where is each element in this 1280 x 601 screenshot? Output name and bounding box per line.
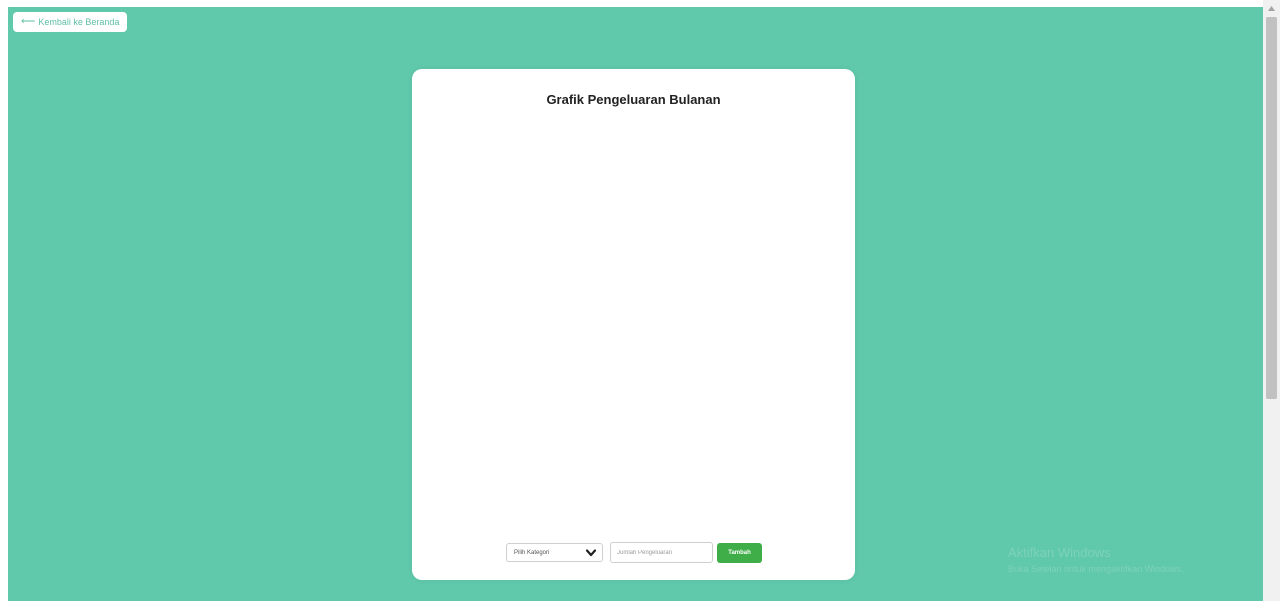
amount-input[interactable] bbox=[610, 542, 713, 563]
watermark-title: Aktifkan Windows bbox=[1008, 545, 1111, 560]
triangle-up-icon bbox=[1268, 6, 1275, 11]
category-select-value: Pilih Kategori bbox=[514, 549, 550, 556]
page-title: Grafik Pengeluaran Bulanan bbox=[546, 92, 721, 107]
chevron-down-icon bbox=[586, 549, 596, 557]
page-viewport: ⟵ Kembali ke Beranda Grafik Pengeluaran … bbox=[8, 7, 1263, 601]
expense-card: Grafik Pengeluaran Bulanan Pilih Kategor… bbox=[412, 69, 855, 580]
windows-activation-watermark: Aktifkan Windows Buka Setelan untuk meng… bbox=[1008, 545, 1184, 574]
expense-form: Pilih Kategori Tambah bbox=[412, 542, 855, 564]
watermark-subtitle: Buka Setelan untuk mengaktifkan Windows. bbox=[1008, 564, 1184, 574]
vertical-scrollbar[interactable] bbox=[1263, 0, 1280, 601]
add-button[interactable]: Tambah bbox=[717, 543, 762, 563]
category-select[interactable]: Pilih Kategori bbox=[506, 543, 603, 562]
arrow-left-icon: ⟵ bbox=[21, 16, 36, 27]
back-to-home-button[interactable]: ⟵ Kembali ke Beranda bbox=[13, 12, 128, 32]
scroll-up-button[interactable] bbox=[1263, 0, 1280, 17]
chart-canvas bbox=[432, 117, 835, 527]
back-button-label: Kembali ke Beranda bbox=[38, 17, 120, 27]
scrollbar-thumb[interactable] bbox=[1266, 17, 1277, 399]
